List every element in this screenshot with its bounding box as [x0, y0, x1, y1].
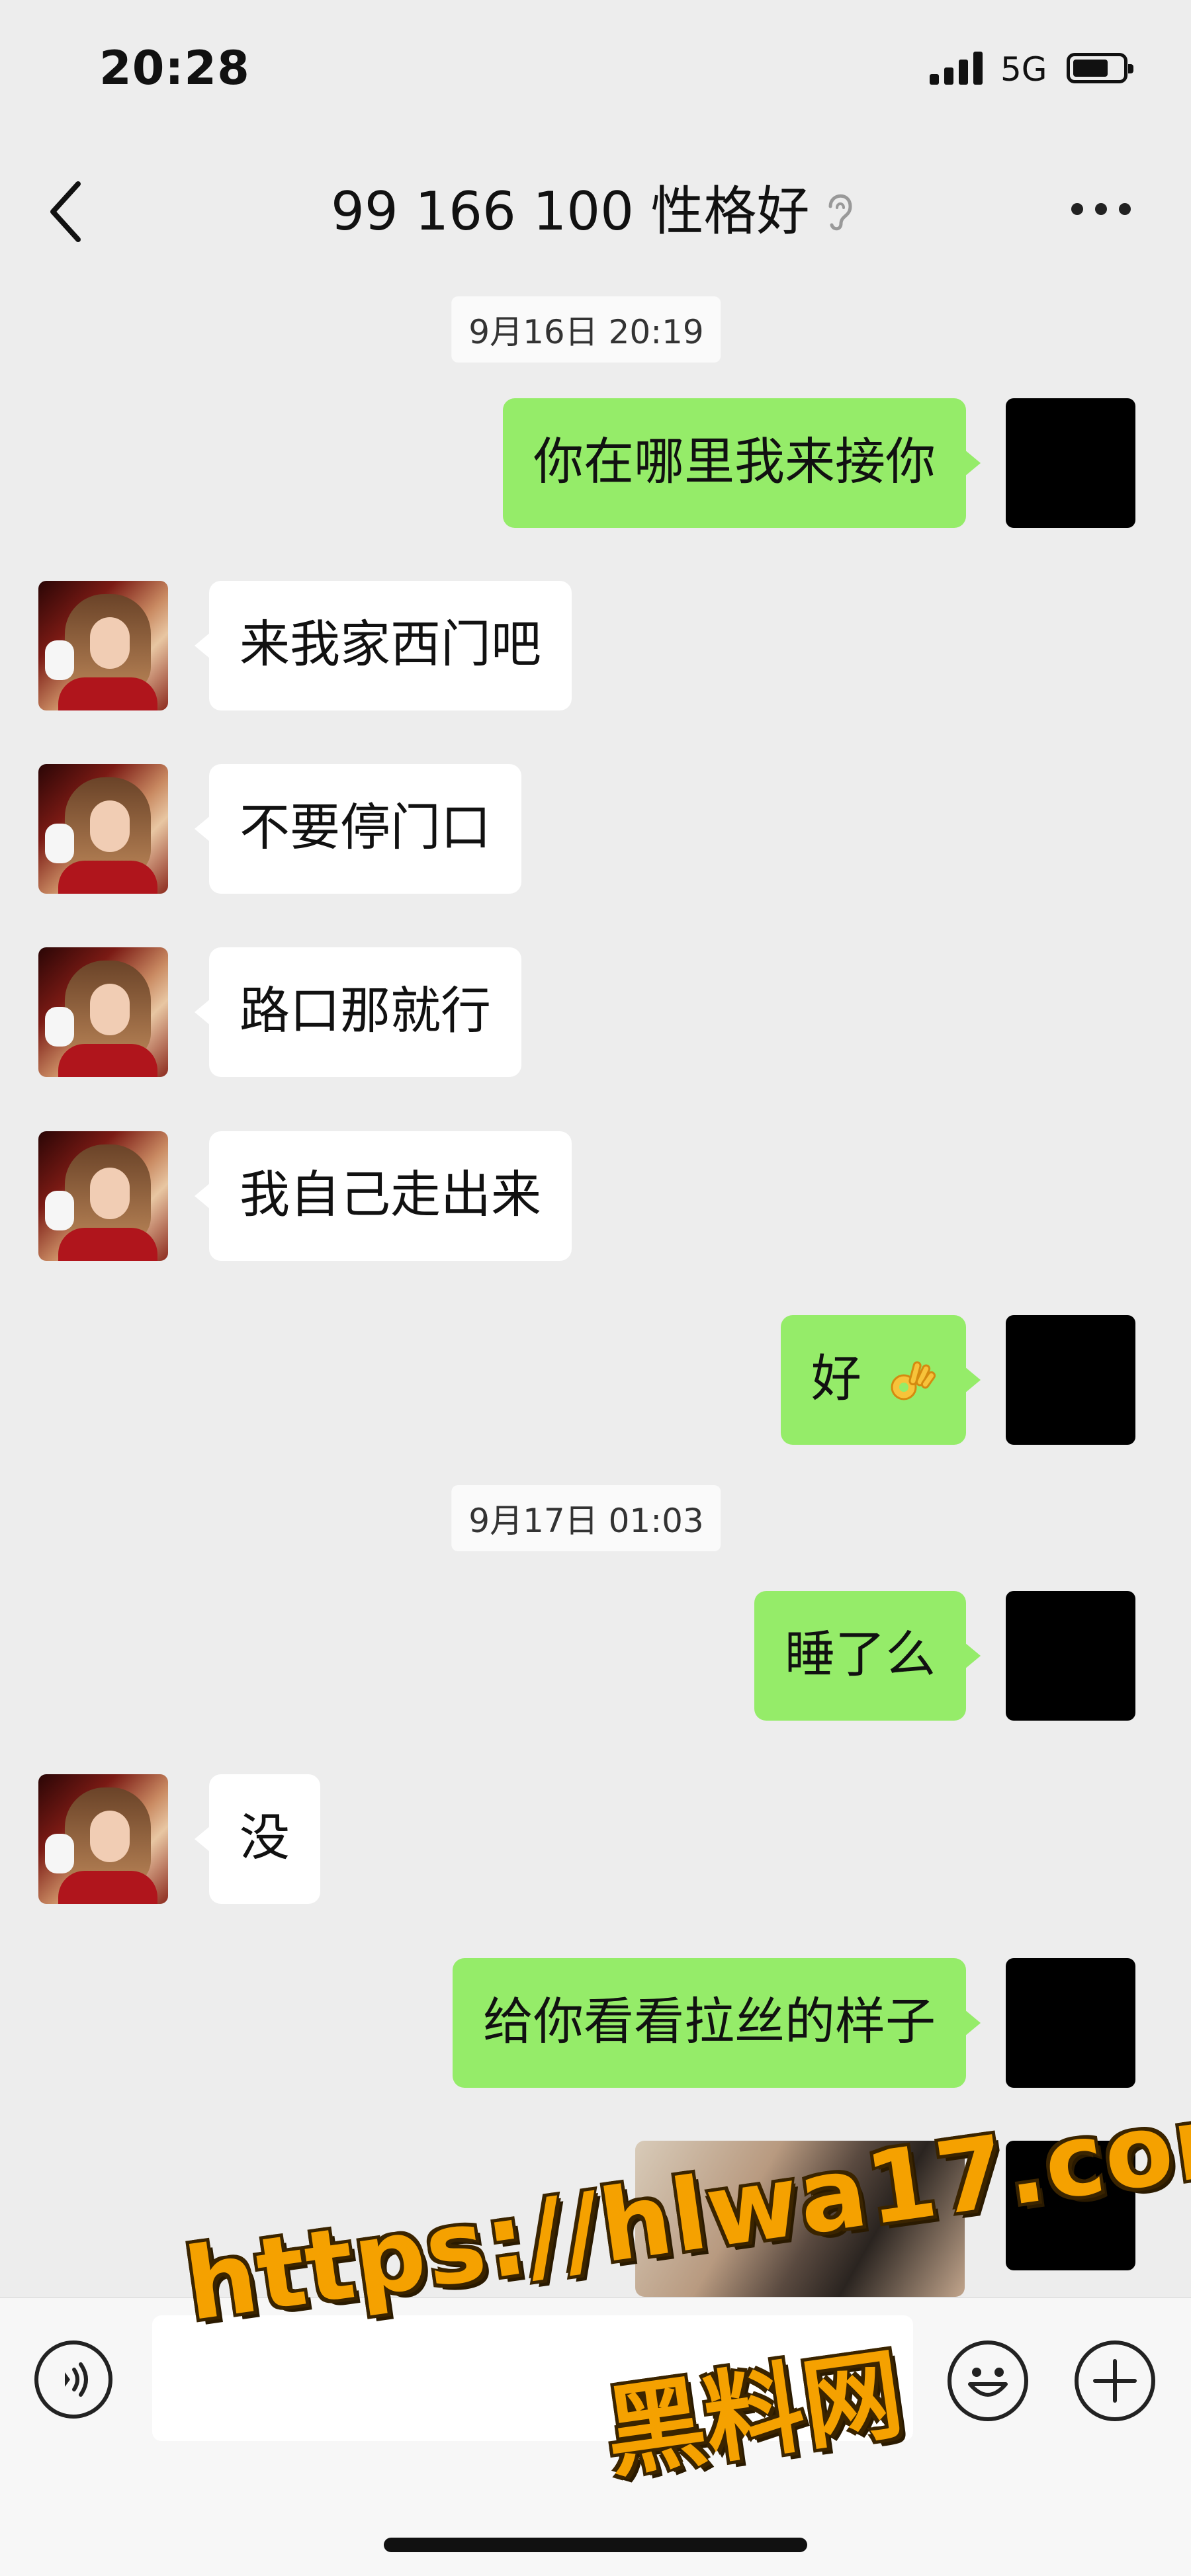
message-bubble-other[interactable]: 我自己走出来: [195, 1131, 572, 1261]
emoji-icon[interactable]: [948, 2340, 1028, 2421]
message-text: 好: [811, 1349, 861, 1408]
my-avatar[interactable]: [1006, 1958, 1135, 2088]
contact-avatar[interactable]: [38, 1131, 168, 1261]
message-bubble-mine[interactable]: 你在哪里我来接你: [503, 398, 981, 528]
message-bubble-mine[interactable]: 好: [780, 1315, 981, 1445]
chat-title: 99 166 100 性格好: [331, 181, 810, 242]
battery-icon: [1067, 53, 1133, 83]
message-bubble-other[interactable]: 来我家西门吧: [195, 581, 572, 710]
home-indicator[interactable]: [384, 2538, 807, 2552]
back-chevron-icon[interactable]: [46, 179, 86, 245]
my-avatar[interactable]: [1006, 398, 1135, 528]
ear-icon: [828, 194, 852, 231]
message-bubble-mine[interactable]: 给你看看拉丝的样子: [453, 1958, 981, 2088]
my-avatar[interactable]: [1006, 1591, 1135, 1721]
message-bubble-mine[interactable]: 睡了么: [754, 1591, 981, 1721]
status-time: 20:28: [99, 41, 250, 95]
message-bubble-other[interactable]: 没: [195, 1774, 320, 1904]
message-bubble-other[interactable]: 路口那就行: [195, 947, 521, 1077]
more-icon[interactable]: [1068, 200, 1134, 220]
contact-avatar[interactable]: [38, 1774, 168, 1904]
plus-icon[interactable]: [1075, 2340, 1155, 2421]
message-bubble-other[interactable]: 不要停门口: [195, 764, 521, 894]
my-avatar[interactable]: [1006, 1315, 1135, 1445]
timestamp: 9月16日 20:19: [451, 296, 721, 363]
voice-icon[interactable]: [34, 2340, 112, 2419]
contact-avatar[interactable]: [38, 947, 168, 1077]
network-type: 5G: [1000, 50, 1047, 89]
timestamp: 9月17日 01:03: [451, 1485, 721, 1551]
contact-avatar[interactable]: [38, 581, 168, 710]
signal-icon: [930, 52, 983, 85]
contact-avatar[interactable]: [38, 764, 168, 894]
ok-hand-icon: [891, 1361, 936, 1400]
